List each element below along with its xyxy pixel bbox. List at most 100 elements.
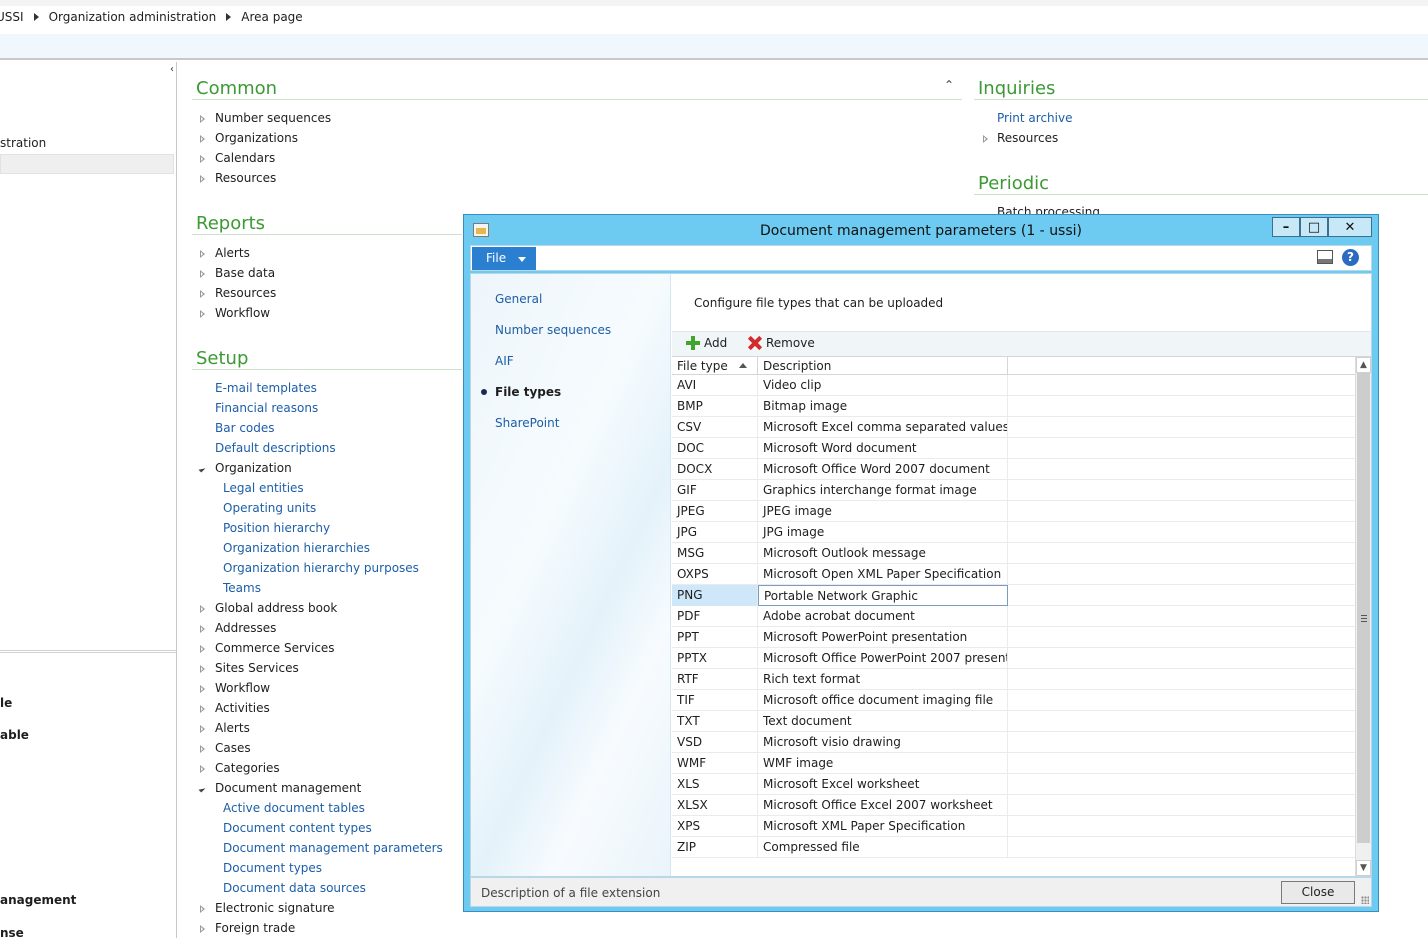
cell-description[interactable]: Bitmap image bbox=[758, 396, 1008, 417]
cell-file-type[interactable]: CSV bbox=[672, 417, 758, 438]
group-electronic-signature[interactable]: Electronic signature bbox=[215, 901, 335, 915]
link-alerts[interactable]: Alerts bbox=[215, 246, 250, 260]
link-workflow[interactable]: Workflow bbox=[215, 306, 270, 320]
window-close-button[interactable]: ✕ bbox=[1328, 217, 1372, 237]
group-cases[interactable]: Cases bbox=[215, 741, 251, 755]
cell-file-type[interactable]: AVI bbox=[672, 375, 758, 396]
cell-file-type[interactable]: MSG bbox=[672, 543, 758, 564]
cell-description[interactable]: JPG image bbox=[758, 522, 1008, 543]
table-row[interactable]: BMP Bitmap image bbox=[672, 396, 1355, 417]
link-calendars[interactable]: Calendars bbox=[215, 151, 275, 165]
link-bar-codes[interactable]: Bar codes bbox=[215, 421, 275, 435]
scroll-up-icon[interactable]: ▲ bbox=[1356, 357, 1371, 373]
cell-description[interactable]: Graphics interchange format image bbox=[758, 480, 1008, 501]
expand-arrow-icon[interactable] bbox=[200, 745, 205, 753]
expand-arrow-icon[interactable] bbox=[200, 290, 205, 298]
cell-file-type[interactable]: PNG bbox=[672, 585, 758, 606]
table-row[interactable]: PPT Microsoft PowerPoint presentation bbox=[672, 627, 1355, 648]
collapse-arrow-icon[interactable] bbox=[198, 465, 206, 473]
cell-description[interactable]: Video clip bbox=[758, 375, 1008, 396]
expand-arrow-icon[interactable] bbox=[200, 905, 205, 913]
cell-file-type[interactable]: PDF bbox=[672, 606, 758, 627]
cell-description[interactable]: Rich text format bbox=[758, 669, 1008, 690]
link-teams[interactable]: Teams bbox=[223, 581, 261, 595]
link-document-types[interactable]: Document types bbox=[223, 861, 322, 875]
cell-description[interactable]: Adobe acrobat document bbox=[758, 606, 1008, 627]
cell-description[interactable]: WMF image bbox=[758, 753, 1008, 774]
expand-arrow-icon[interactable] bbox=[200, 645, 205, 653]
cell-description[interactable]: Portable Network Graphic bbox=[758, 585, 1008, 606]
link-organization-hierarchies[interactable]: Organization hierarchies bbox=[223, 541, 370, 555]
cell-description[interactable]: Microsoft office document imaging file bbox=[758, 690, 1008, 711]
help-icon[interactable]: ? bbox=[1342, 249, 1359, 266]
expand-arrow-icon[interactable] bbox=[200, 135, 205, 143]
nav-pane-item[interactable]: stration bbox=[0, 136, 46, 150]
expand-arrow-icon[interactable] bbox=[200, 250, 205, 258]
table-row[interactable]: WMF WMF image bbox=[672, 753, 1355, 774]
link-legal-entities[interactable]: Legal entities bbox=[223, 481, 304, 495]
table-row[interactable]: ZIP Compressed file bbox=[672, 837, 1355, 858]
cell-file-type[interactable]: JPG bbox=[672, 522, 758, 543]
nav-general[interactable]: General bbox=[495, 292, 542, 306]
cell-file-type[interactable]: BMP bbox=[672, 396, 758, 417]
group-alerts[interactable]: Alerts bbox=[215, 721, 250, 735]
link-document-content-types[interactable]: Document content types bbox=[223, 821, 372, 835]
expand-arrow-icon[interactable] bbox=[200, 175, 205, 183]
link-active-document-tables[interactable]: Active document tables bbox=[223, 801, 365, 815]
group-foreign-trade[interactable]: Foreign trade bbox=[215, 921, 295, 935]
table-row[interactable]: PPTX Microsoft Office PowerPoint 2007 pre… bbox=[672, 648, 1355, 669]
nav-sharepoint[interactable]: SharePoint bbox=[495, 416, 559, 430]
expand-arrow-icon[interactable] bbox=[200, 605, 205, 613]
link-document-data-sources[interactable]: Document data sources bbox=[223, 881, 366, 895]
expand-arrow-icon[interactable] bbox=[200, 625, 205, 633]
breadcrumb-page[interactable]: Area page bbox=[237, 10, 306, 24]
group-activities[interactable]: Activities bbox=[215, 701, 270, 715]
cell-file-type[interactable]: RTF bbox=[672, 669, 758, 690]
nav-file-types[interactable]: File types bbox=[495, 385, 561, 399]
link-resources[interactable]: Resources bbox=[215, 286, 276, 300]
cell-file-type[interactable]: VSD bbox=[672, 732, 758, 753]
cell-file-type[interactable]: DOC bbox=[672, 438, 758, 459]
table-row[interactable]: PDF Adobe acrobat document bbox=[672, 606, 1355, 627]
cell-file-type[interactable]: XLS bbox=[672, 774, 758, 795]
expand-arrow-icon[interactable] bbox=[200, 115, 205, 123]
cell-description[interactable]: Text document bbox=[758, 711, 1008, 732]
expand-arrow-icon[interactable] bbox=[200, 705, 205, 713]
vertical-scrollbar[interactable]: ▲ ▼ bbox=[1355, 357, 1371, 876]
group-document-management[interactable]: Document management bbox=[215, 781, 361, 795]
cell-description[interactable]: Microsoft Outlook message bbox=[758, 543, 1008, 564]
table-row[interactable]: JPG JPG image bbox=[672, 522, 1355, 543]
link-resources[interactable]: Resources bbox=[215, 171, 276, 185]
close-button[interactable]: Close bbox=[1281, 881, 1355, 904]
table-row[interactable]: XLSX Microsoft Office Excel 2007 workshee… bbox=[672, 795, 1355, 816]
link-print-archive[interactable]: Print archive bbox=[997, 111, 1072, 125]
link-email-templates[interactable]: E-mail templates bbox=[215, 381, 317, 395]
breadcrumb-company[interactable]: USSI bbox=[0, 10, 28, 24]
cell-file-type[interactable]: PPT bbox=[672, 627, 758, 648]
group-global-address-book[interactable]: Global address book bbox=[215, 601, 337, 615]
nav-pane-item[interactable]: anagement bbox=[0, 893, 76, 907]
cell-description[interactable]: Microsoft Excel worksheet bbox=[758, 774, 1008, 795]
cell-description[interactable]: Microsoft Office PowerPoint 2007 present… bbox=[758, 648, 1008, 669]
table-row[interactable]: CSV Microsoft Excel comma separated value… bbox=[672, 417, 1355, 438]
cell-file-type[interactable]: DOCX bbox=[672, 459, 758, 480]
expand-arrow-icon[interactable] bbox=[983, 135, 988, 143]
collapse-arrow-icon[interactable] bbox=[198, 785, 206, 793]
cell-description[interactable]: JPEG image bbox=[758, 501, 1008, 522]
expand-arrow-icon[interactable] bbox=[200, 270, 205, 278]
table-row[interactable]: AVI Video clip bbox=[672, 375, 1355, 396]
nav-number-sequences[interactable]: Number sequences bbox=[495, 323, 611, 337]
table-row[interactable]: DOC Microsoft Word document bbox=[672, 438, 1355, 459]
table-row[interactable]: PNG Portable Network Graphic bbox=[672, 585, 1355, 606]
maximize-button[interactable]: □ bbox=[1300, 217, 1328, 237]
link-resources[interactable]: Resources bbox=[997, 131, 1058, 145]
expand-arrow-icon[interactable] bbox=[200, 765, 205, 773]
expand-arrow-icon[interactable] bbox=[200, 685, 205, 693]
table-row[interactable]: XPS Microsoft XML Paper Specification bbox=[672, 816, 1355, 837]
cell-file-type[interactable]: TIF bbox=[672, 690, 758, 711]
cell-description[interactable]: Microsoft Office Word 2007 document bbox=[758, 459, 1008, 480]
table-row[interactable]: MSG Microsoft Outlook message bbox=[672, 543, 1355, 564]
table-row[interactable]: GIF Graphics interchange format image bbox=[672, 480, 1355, 501]
nav-pane-item[interactable]: able bbox=[0, 728, 29, 742]
link-organizations[interactable]: Organizations bbox=[215, 131, 298, 145]
